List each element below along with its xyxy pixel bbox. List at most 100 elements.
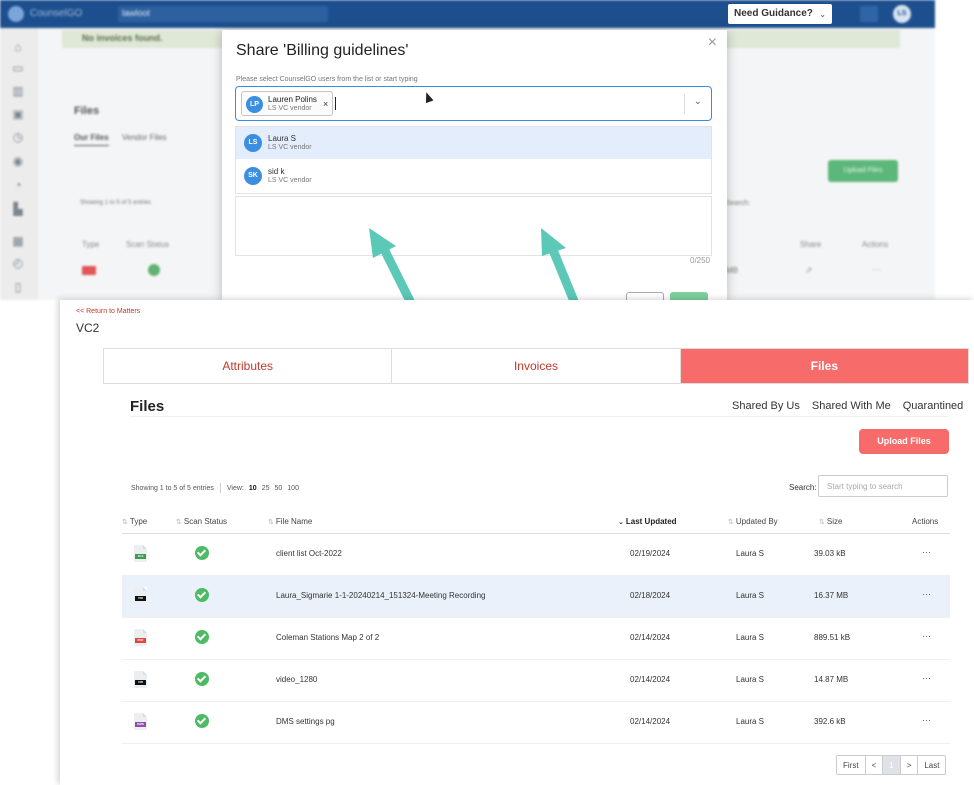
folder-icon[interactable]: ▭ (11, 61, 25, 75)
bg-pdf-icon (82, 266, 96, 275)
scan-ok-icon (195, 672, 209, 686)
file-size: 14.87 MB (814, 675, 849, 684)
bg-upload-button[interactable]: Upload Files (828, 160, 898, 182)
more-actions-icon[interactable]: ··· (922, 673, 931, 683)
table-row[interactable]: DMS DMS settings pg 02/14/2024 Laura S 392.6… (122, 702, 950, 744)
tab-files[interactable]: Files (680, 349, 968, 383)
need-guidance-select[interactable]: Need Guidance? ⌄ (728, 4, 832, 24)
tab-invoices[interactable]: Invoices (392, 349, 681, 383)
file-type-icon: PDF (134, 629, 147, 646)
page-1-button[interactable]: 1 (883, 756, 901, 774)
view-option-10[interactable]: 10 (249, 485, 257, 492)
page-last-button[interactable]: Last (918, 756, 945, 774)
file-name[interactable]: client list Oct-2022 (276, 549, 342, 558)
view-option-100[interactable]: 100 (287, 485, 299, 492)
close-icon[interactable]: × (708, 34, 717, 52)
more-actions-icon[interactable]: ··· (922, 589, 931, 599)
table-row[interactable]: VID video_1280 02/14/2024 Laura S 14.87 MB ··… (122, 660, 950, 702)
message-textarea[interactable] (235, 196, 712, 256)
bg-matter-selector[interactable]: lawloot (118, 6, 328, 22)
bg-showing-text: Showing 1 to 5 of 5 entries (80, 200, 152, 206)
search-input[interactable] (818, 475, 948, 497)
share-modal: Share 'Billing guidelines' × Please sele… (222, 30, 727, 300)
option-user-org: LS VC vendor (268, 177, 312, 184)
bg-files-title: Files (74, 105, 100, 117)
user-option-laura[interactable]: LS Laura S LS VC vendor (236, 127, 711, 159)
bg-brand: CounselGO (30, 8, 83, 19)
tab-attributes[interactable]: Attributes (104, 349, 393, 383)
column-label: Updated By (735, 517, 778, 526)
sort-icon: ⇅ (728, 519, 734, 526)
column-size[interactable]: ⇅ Size (819, 517, 842, 526)
bg-logo-icon (8, 6, 24, 22)
file-type-icon: VID (134, 587, 147, 604)
divider (219, 483, 221, 493)
chart-icon[interactable]: ▙ (11, 202, 25, 216)
bg-header-type[interactable]: Type (82, 240, 99, 249)
page-first-button[interactable]: First (837, 756, 866, 774)
document-icon[interactable]: ▯ (11, 280, 25, 294)
cancel-button[interactable] (626, 292, 664, 300)
view-option-25[interactable]: 25 (262, 485, 270, 492)
pagination: First < 1 > Last (836, 755, 947, 775)
upload-files-button[interactable]: Upload Files (859, 429, 949, 454)
return-to-matters-link[interactable]: << Return to Matters (76, 308, 140, 315)
sort-icon: ⇅ (122, 519, 128, 526)
file-name[interactable]: Coleman Stations Map 2 of 2 (276, 633, 379, 642)
home-icon[interactable]: ⌂ (11, 40, 25, 54)
tab-shared-with-me[interactable]: Shared With Me (812, 400, 897, 417)
bg-more-icon[interactable]: ··· (872, 264, 881, 274)
table-row[interactable]: PDF Coleman Stations Map 2 of 2 02/14/2024… (122, 618, 950, 660)
files-page: << Return to Matters VC2 Attributes Invo… (60, 300, 974, 785)
share-button[interactable] (670, 292, 708, 300)
showing-text: Showing 1 to 5 of 5 entries (131, 484, 214, 492)
dollar-icon[interactable]: ◉ (11, 154, 25, 168)
column-updated-by[interactable]: ⇅ Updated By (728, 517, 778, 526)
more-actions-icon[interactable]: ··· (922, 631, 931, 641)
file-size: 16.37 MB (814, 591, 849, 600)
table-row[interactable]: XLS client list Oct-2022 02/19/2024 Laura S… (122, 534, 950, 576)
sort-icon: ⇅ (268, 519, 274, 526)
view-option-50[interactable]: 50 (274, 485, 282, 492)
file-name[interactable]: Laura_Sigmarie 1-1-20240214_151324-Meeti… (276, 591, 485, 600)
bg-tab-our-files[interactable]: Our Files (74, 133, 109, 146)
history-icon[interactable]: ◴ (11, 256, 25, 270)
column-scan-status[interactable]: ⇅ Scan Status (176, 517, 227, 526)
bg-header-actions[interactable]: Actions (862, 240, 888, 249)
page-next-button[interactable]: > (901, 756, 919, 774)
file-size: 39.03 kB (814, 549, 846, 558)
tab-quarantined[interactable]: Quarantined (903, 400, 970, 417)
table-row[interactable]: VID Laura_Sigmarie 1-1-20240214_151324-Me… (122, 576, 950, 618)
bg-row-size: MB (726, 266, 738, 275)
avatar: SK (244, 167, 262, 185)
gauge-icon[interactable]: ◔ (11, 178, 25, 192)
bg-share-icon[interactable]: ⇗ (805, 265, 813, 276)
files-table-body: XLS client list Oct-2022 02/19/2024 Laura S… (122, 534, 950, 744)
user-option-sid[interactable]: SK sid k LS VC vendor (236, 160, 711, 192)
file-name[interactable]: video_1280 (276, 675, 317, 684)
clock-icon[interactable]: ◷ (11, 130, 25, 144)
bg-user-avatar[interactable]: LS (893, 5, 911, 23)
bg-header-scan[interactable]: Scan Status (126, 240, 169, 249)
remove-user-icon[interactable]: × (323, 99, 328, 109)
bg-apps-icon[interactable] (860, 6, 878, 22)
user-select-input[interactable]: LP Lauren Polins LS VC vendor × ⌄ (235, 86, 712, 121)
column-last-updated[interactable]: ⌄ Last Updated (618, 517, 677, 526)
select-divider (684, 94, 685, 114)
page-prev-button[interactable]: < (866, 756, 884, 774)
more-actions-icon[interactable]: ··· (922, 715, 931, 725)
more-actions-icon[interactable]: ··· (922, 547, 931, 557)
file-name[interactable]: DMS settings pg (276, 717, 335, 726)
column-file-name[interactable]: ⇅ File Name (268, 517, 312, 526)
column-type[interactable]: ⇅ Type (122, 517, 147, 526)
calendar-icon[interactable]: ▦ (11, 234, 25, 248)
updated-by: Laura S (736, 591, 765, 600)
tab-shared-by-us[interactable]: Shared By Us (732, 400, 806, 417)
chevron-down-icon[interactable]: ⌄ (694, 96, 702, 107)
option-user-name: Laura S (268, 134, 297, 143)
file-type-icon: XLS (134, 545, 147, 562)
briefcase-icon[interactable]: ▣ (11, 107, 25, 121)
bg-tab-vendor-files[interactable]: Vendor Files (122, 133, 166, 142)
building-icon[interactable]: ▥ (11, 84, 25, 98)
bg-header-share[interactable]: Share (800, 240, 821, 249)
